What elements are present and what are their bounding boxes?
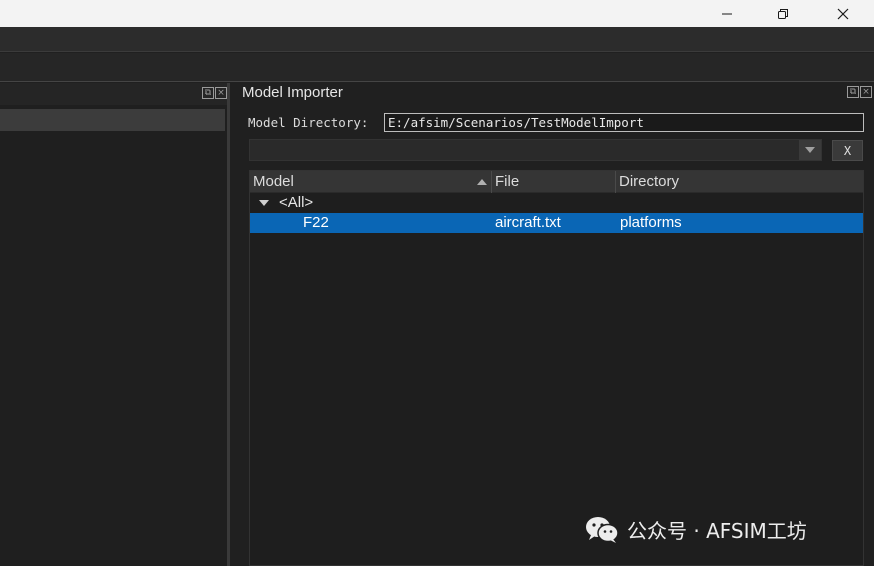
- watermark: 公众号 · AFSIM工坊: [585, 515, 807, 544]
- restore-button[interactable]: [760, 0, 806, 27]
- tree-row-f22[interactable]: F22 aircraft.txt platforms: [250, 213, 863, 233]
- panel-title: Model Importer: [242, 84, 343, 101]
- left-dock-controls: ⧉ ×: [202, 87, 227, 99]
- row-file: aircraft.txt: [495, 214, 561, 231]
- left-dock-header: ⧉ ×: [0, 83, 227, 105]
- float-icon[interactable]: ⧉: [847, 86, 859, 98]
- float-icon[interactable]: ⧉: [202, 87, 214, 99]
- tree-header: Model File Directory: [250, 171, 863, 193]
- minimize-button[interactable]: [704, 0, 750, 27]
- column-header-model-label: Model: [253, 173, 294, 190]
- close-icon: [837, 8, 849, 19]
- close-button[interactable]: [820, 0, 866, 27]
- model-tree[interactable]: Model File Directory <All> F22 aircraft.…: [249, 170, 864, 566]
- chevron-down-icon: [805, 147, 815, 153]
- watermark-text: 公众号 · AFSIM工坊: [627, 519, 807, 543]
- model-importer-panel: Model Importer ⧉ × Model Directory: X Mo…: [233, 83, 874, 566]
- row-model: F22: [303, 214, 329, 231]
- column-header-file[interactable]: File: [492, 171, 616, 193]
- toolbar: [0, 53, 874, 82]
- left-dock-panel: ⧉ ×: [0, 83, 230, 566]
- importer-dock-controls: ⧉ ×: [847, 86, 872, 98]
- minimize-icon: [722, 13, 732, 14]
- column-header-directory[interactable]: Directory: [616, 171, 863, 193]
- dock-close-icon[interactable]: ×: [860, 86, 872, 98]
- dock-close-icon[interactable]: ×: [215, 87, 227, 99]
- sort-ascending-icon: [477, 179, 487, 185]
- column-header-model[interactable]: Model: [250, 171, 492, 193]
- combo-dropdown-button[interactable]: [799, 140, 821, 160]
- restore-icon: [778, 8, 788, 19]
- row-directory: platforms: [620, 214, 682, 231]
- model-directory-label: Model Directory:: [248, 115, 369, 130]
- tree-row-all[interactable]: <All>: [250, 193, 863, 213]
- wechat-icon: [586, 516, 619, 543]
- menu-bar: [0, 27, 874, 52]
- clear-filter-button[interactable]: X: [832, 140, 863, 161]
- left-dock-selected-row[interactable]: [0, 109, 225, 131]
- row-model: <All>: [279, 194, 314, 211]
- model-directory-input[interactable]: [384, 113, 864, 132]
- window-titlebar: [0, 0, 874, 27]
- filter-combobox[interactable]: [249, 139, 822, 161]
- expand-arrow-icon[interactable]: [259, 200, 269, 206]
